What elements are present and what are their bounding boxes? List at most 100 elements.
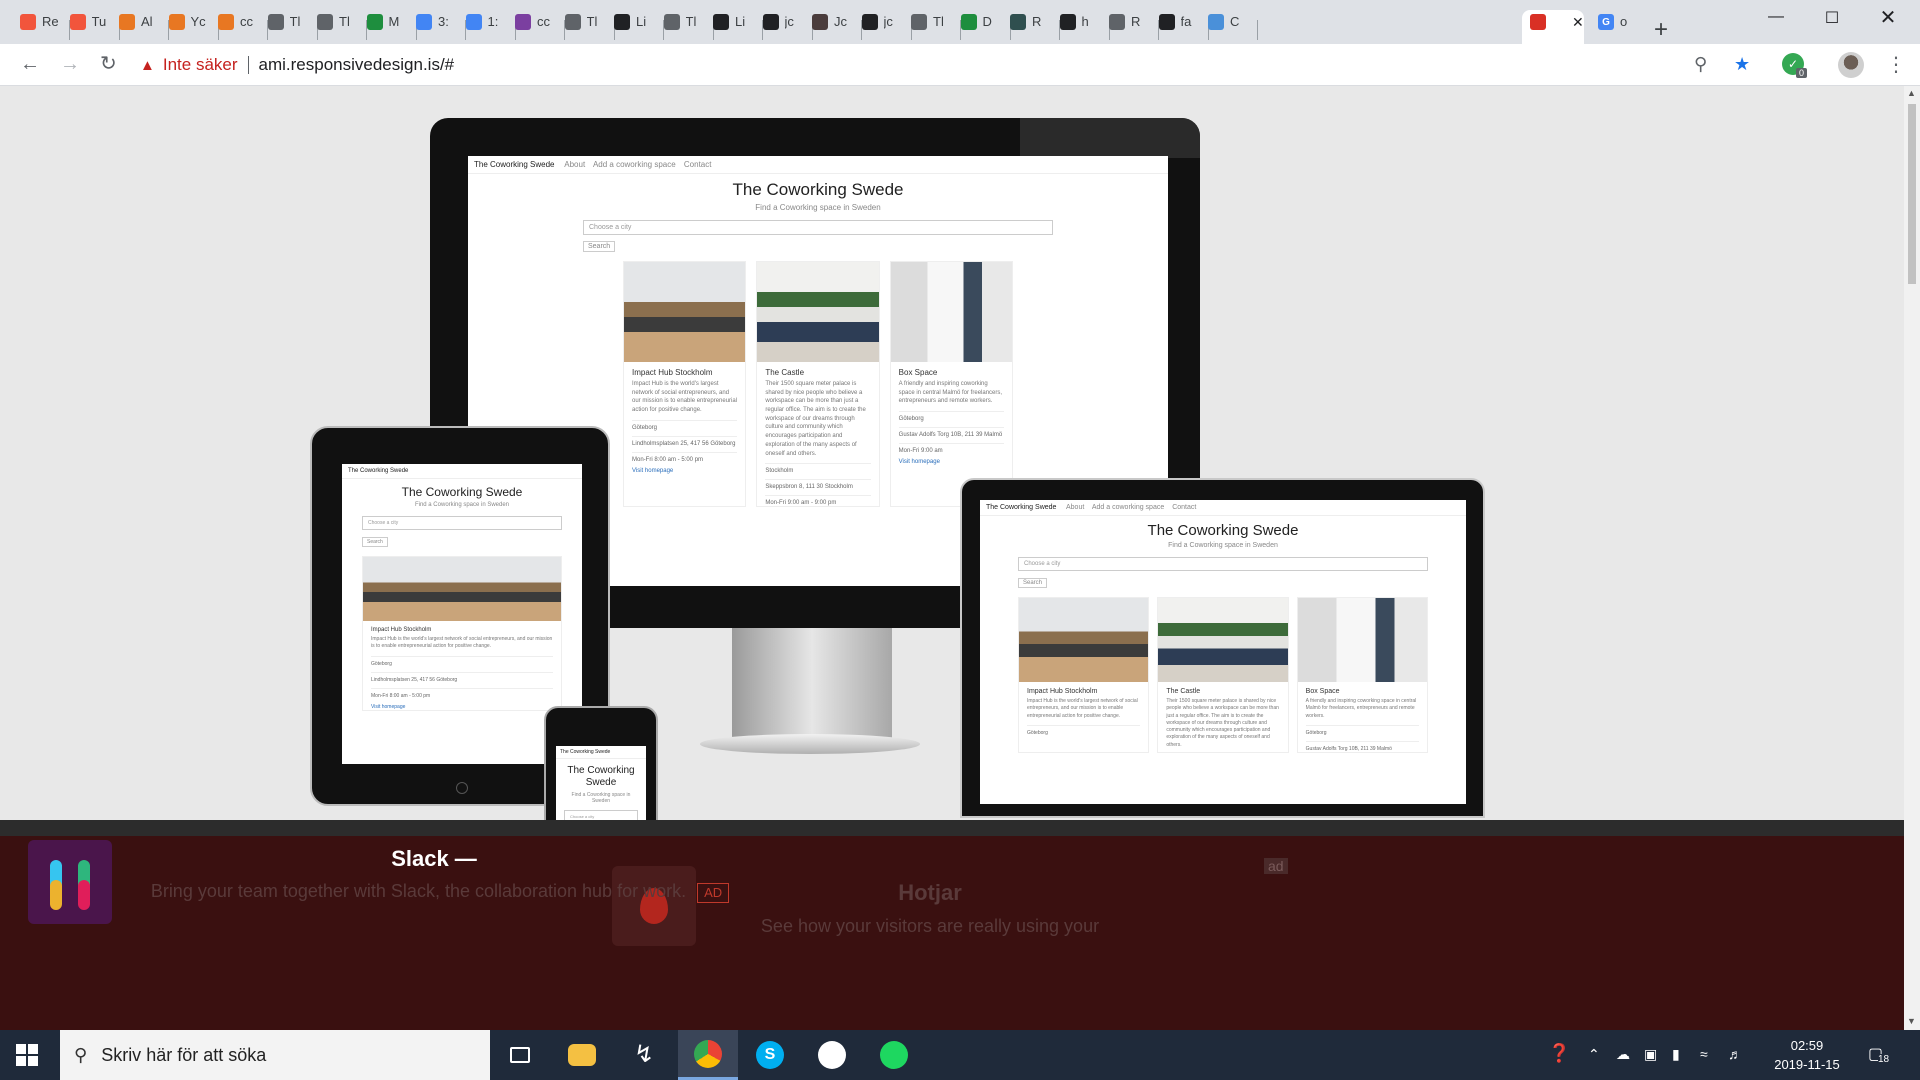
slack-taskbar-icon[interactable] bbox=[802, 1030, 862, 1080]
ad-body: Bring your team together with Slack, the… bbox=[150, 881, 687, 901]
nav-contact[interactable]: Contact bbox=[1172, 504, 1196, 511]
city-select[interactable]: Choose a city bbox=[583, 220, 1053, 235]
address-bar[interactable]: ▲ Inte säker ami.responsivedesign.is/# bbox=[140, 50, 1680, 80]
card-address: Lindholmsplatsen 25, 417 56 Göteborg bbox=[371, 671, 553, 683]
scroll-down-arrow-icon[interactable]: ▼ bbox=[1907, 1016, 1916, 1026]
site-subtitle: Find a Coworking space in Sweden bbox=[414, 502, 510, 508]
active-browser-tab[interactable]: ✕ bbox=[1522, 10, 1584, 44]
site-brand[interactable]: The Coworking Swede bbox=[986, 504, 1056, 511]
tab-title: Tl bbox=[339, 14, 350, 29]
clock-time: 02:59 bbox=[1790, 1038, 1824, 1053]
card-link[interactable]: Visit homepage bbox=[632, 468, 737, 474]
bolt-app-icon[interactable]: ↯ bbox=[614, 1030, 674, 1080]
task-view-icon[interactable] bbox=[490, 1030, 550, 1080]
taskbar-search[interactable]: ⚲ Skriv här för att söka bbox=[60, 1030, 490, 1080]
menu-dots-icon[interactable]: ⋮ bbox=[1886, 52, 1906, 77]
notification-center-icon[interactable]: ▢ 18 bbox=[1868, 1044, 1890, 1065]
tab-title: cc bbox=[240, 14, 253, 29]
monitor-tray-icon[interactable]: ▣ bbox=[1644, 1046, 1657, 1063]
nav-contact[interactable]: Contact bbox=[684, 160, 712, 169]
maximize-button[interactable]: ☐ bbox=[1804, 8, 1860, 28]
hotjar-title[interactable]: Hotjar bbox=[860, 880, 1000, 906]
card-link[interactable]: Visit homepage bbox=[371, 704, 553, 710]
tab-title: R bbox=[1131, 14, 1141, 29]
card-list: Impact Hub Stockholm Impact Hub is the w… bbox=[623, 261, 1013, 508]
ad-text[interactable]: Bring your team together with Slack, the… bbox=[150, 878, 730, 904]
battery-icon[interactable]: ▮ bbox=[1672, 1046, 1680, 1063]
city-select[interactable]: Choose a city bbox=[362, 516, 562, 530]
url-text[interactable]: ami.responsivedesign.is/# bbox=[259, 55, 455, 75]
search-button[interactable]: Search bbox=[583, 241, 616, 252]
search-button[interactable]: Search bbox=[1018, 578, 1048, 588]
tab-title: fa bbox=[1180, 14, 1192, 29]
card-city: Göteborg bbox=[371, 655, 553, 667]
wifi-icon[interactable]: ≈ bbox=[1700, 1046, 1708, 1062]
nav-about[interactable]: About bbox=[564, 160, 585, 169]
tab-favicon-icon bbox=[663, 14, 680, 30]
card-image bbox=[1158, 598, 1288, 682]
card: Impact Hub Stockholm Impact Hub is the w… bbox=[1018, 597, 1150, 753]
scrollbar-thumb[interactable] bbox=[1908, 104, 1916, 284]
card-desc: Their 1500 square meter palace is shared… bbox=[765, 381, 866, 457]
volume-icon[interactable]: ♬ bbox=[1728, 1046, 1742, 1062]
card-title: The Castle bbox=[765, 368, 805, 377]
card-image bbox=[624, 262, 746, 362]
site-title: The Coworking Swede bbox=[1147, 522, 1299, 539]
bookmark-star-icon[interactable]: ★ bbox=[1734, 54, 1750, 75]
tab-title: o bbox=[1620, 14, 1628, 29]
nav-add[interactable]: Add a coworking space bbox=[593, 160, 676, 169]
file-explorer-icon[interactable] bbox=[552, 1030, 612, 1080]
tab-close-icon[interactable]: ✕ bbox=[1572, 14, 1584, 31]
card-link[interactable]: Visit homepage bbox=[899, 459, 1004, 465]
site-brand[interactable]: The Coworking Swede bbox=[560, 749, 610, 755]
chrome-icon[interactable] bbox=[678, 1030, 738, 1080]
close-window-button[interactable]: ✕ bbox=[1860, 5, 1916, 30]
tab-favicon-icon bbox=[267, 14, 284, 30]
reload-button[interactable]: ↻ bbox=[100, 53, 117, 75]
search-button[interactable]: Search bbox=[362, 537, 388, 547]
ad-title[interactable]: Slack — bbox=[0, 846, 868, 872]
tab-title: Re bbox=[42, 14, 59, 29]
tab-title: D bbox=[982, 14, 992, 29]
card: The Castle Their 1500 square meter palac… bbox=[756, 261, 880, 508]
skype-icon[interactable]: S bbox=[740, 1030, 800, 1080]
nav-about[interactable]: About bbox=[1066, 504, 1084, 511]
zoom-icon[interactable]: ⚲ bbox=[1694, 54, 1707, 75]
onedrive-icon[interactable]: ☁ bbox=[1616, 1046, 1630, 1063]
site-subtitle: Find a Coworking space in Sweden bbox=[1168, 542, 1278, 549]
tab-title: Tl bbox=[685, 14, 697, 29]
card-title: Box Space bbox=[898, 368, 938, 377]
scroll-up-arrow-icon[interactable]: ▲ bbox=[1907, 88, 1916, 98]
card-title: Box Space bbox=[1305, 688, 1340, 695]
card: The Castle Their 1500 square meter palac… bbox=[1157, 597, 1289, 753]
browser-tab[interactable]: C bbox=[1200, 14, 1258, 48]
tab-title: R bbox=[1032, 14, 1042, 29]
tab-favicon-icon bbox=[20, 14, 36, 30]
tab-separator bbox=[1257, 20, 1258, 40]
spotify-icon[interactable] bbox=[864, 1030, 924, 1080]
back-button[interactable]: ← bbox=[20, 53, 40, 75]
taskbar-clock[interactable]: 02:59 2019-11-15 bbox=[1762, 1036, 1852, 1074]
windows-start-icon[interactable] bbox=[16, 1044, 38, 1066]
profile-avatar[interactable] bbox=[1838, 52, 1864, 78]
card-hours: Mon-Fri 9:00 am - 9:00 pm bbox=[765, 495, 871, 506]
forward-button[interactable]: → bbox=[60, 53, 80, 75]
hotjar-text[interactable]: See how your visitors are really using y… bbox=[700, 916, 1160, 937]
site-brand[interactable]: The Coworking Swede bbox=[474, 160, 554, 169]
security-label[interactable]: Inte säker bbox=[163, 55, 238, 75]
tab-title: C bbox=[1230, 14, 1240, 29]
tray-up-arrow-icon[interactable]: ⌃ bbox=[1588, 1046, 1600, 1063]
new-tab-button[interactable]: + bbox=[1654, 18, 1668, 42]
page-scrollbar[interactable]: ▲ ▼ bbox=[1904, 86, 1920, 1030]
browser-tab[interactable]: Go bbox=[1590, 14, 1648, 48]
help-icon[interactable]: ❓ bbox=[1548, 1043, 1570, 1064]
site-brand[interactable]: The Coworking Swede bbox=[348, 468, 408, 474]
minimize-button[interactable]: — bbox=[1748, 8, 1804, 26]
tab-title: Yc bbox=[190, 14, 206, 29]
tab-title: Tu bbox=[91, 14, 107, 29]
site-nav: The Coworking Swede bbox=[556, 746, 646, 759]
notification-count: 18 bbox=[1878, 1054, 1890, 1065]
city-select[interactable]: Choose a city bbox=[1018, 557, 1428, 571]
nav-add[interactable]: Add a coworking space bbox=[1092, 504, 1164, 511]
clock-date: 2019-11-15 bbox=[1774, 1057, 1840, 1072]
